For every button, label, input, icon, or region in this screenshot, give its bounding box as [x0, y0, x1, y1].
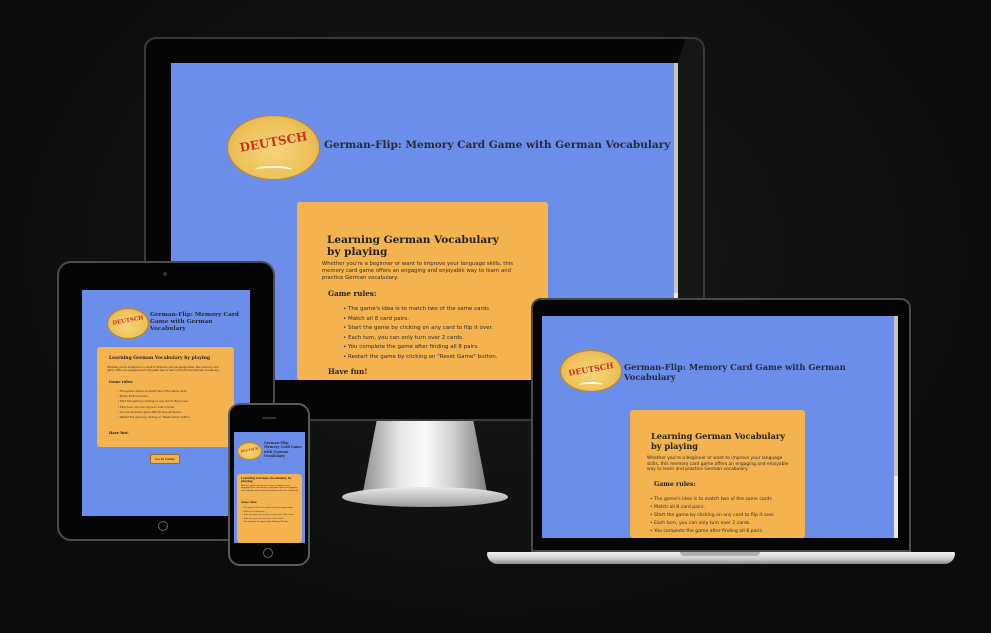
tablet-page-title: German-Flip: Memory Card Game with Germa…: [150, 312, 239, 332]
desktop-logo: DEUTSCH: [227, 115, 320, 180]
phone-rules-list: The game's idea is to match two of the s…: [242, 507, 299, 525]
list-item: Start the game by clicking on any card t…: [343, 324, 538, 334]
tablet-have-fun: Have fun!: [109, 431, 129, 435]
list-item: You complete the game after finding all …: [242, 521, 299, 525]
phone-card-heading: Learning German Vocabulary by playing: [241, 476, 292, 484]
desktop-card-heading: Learning German Vocabulary by playing: [327, 234, 499, 258]
laptop-notch: [680, 552, 760, 556]
desktop-have-fun: Have fun!: [328, 367, 368, 376]
list-item: Match all 8 card pairs.: [650, 504, 804, 512]
tablet-camera: [163, 272, 167, 276]
laptop-logo: DEUTSCH: [560, 350, 622, 392]
laptop-page-title: German-Flip: Memory Card Game with Germa…: [624, 362, 846, 382]
tablet-go-to-game-button[interactable]: Go to Game: [150, 454, 180, 464]
laptop-scrollbar[interactable]: [894, 316, 898, 538]
tablet-card-intro: Whether you're a beginner or want to imp…: [107, 366, 220, 373]
tablet-info-card: Learning German Vocabulary by playing Wh…: [97, 347, 234, 447]
list-item: Restart the game by clicking on "Reset G…: [343, 353, 538, 363]
home-button-icon[interactable]: [263, 548, 273, 558]
desktop-rules-list: The game's idea is to match two of the s…: [343, 305, 538, 363]
list-item: Start the game by clicking on any card t…: [650, 512, 804, 520]
phone-speaker: [262, 417, 276, 419]
list-item: Each turn, you can only turn over 2 card…: [650, 520, 804, 528]
list-item: You complete the game after finding all …: [650, 528, 804, 536]
tablet-rules-list: The game's idea is to match two of the s…: [118, 389, 230, 420]
list-item: The game's idea is to match two of the s…: [343, 305, 538, 315]
list-item: Each turn, you can only turn over 2 card…: [343, 334, 538, 344]
desktop-info-card: Learning German Vocabulary by playing Wh…: [297, 202, 548, 380]
laptop-info-card: Learning German Vocabulary by playing Wh…: [630, 410, 805, 538]
laptop-card-heading: Learning German Vocabulary by playing: [651, 431, 785, 451]
tablet-screen: DEUTSCH German-Flip: Memory Card Game wi…: [82, 290, 250, 516]
tablet-card-heading: Learning German Vocabulary by playing: [109, 356, 211, 361]
phone-page-title: German-Flip: Memory Card Game with Germa…: [264, 441, 302, 459]
desktop-rules-heading: Game rules:: [328, 289, 377, 298]
laptop-card-intro: Whether you're a beginner or want to imp…: [647, 456, 789, 473]
list-item: Restart the game by clicking on "Reset G…: [118, 415, 230, 420]
laptop-rules-list: The game's idea is to match two of the s…: [650, 496, 804, 536]
mockup-scene: DEUTSCH German-Flip: Memory Card Game wi…: [0, 0, 991, 633]
phone-card-intro: Whether you're a beginner or want to imp…: [241, 485, 299, 492]
list-item: You complete the game after finding all …: [343, 343, 538, 353]
phone-rules-heading: Game rules:: [241, 501, 258, 504]
phone-info-card: Learning German Vocabulary by playing Wh…: [237, 474, 302, 543]
phone-screen: DEUTSCH German-Flip: Memory Card Game wi…: [234, 432, 305, 543]
laptop-screen: DEUTSCH German-Flip: Memory Card Game wi…: [542, 316, 894, 538]
home-button-icon[interactable]: [158, 521, 168, 531]
tablet-logo: DEUTSCH: [107, 308, 149, 339]
desktop-stand-base: [342, 487, 508, 507]
laptop-rules-heading: Game rules:: [654, 481, 696, 488]
phone-logo: DEUTSCH: [237, 442, 262, 460]
desktop-card-intro: Whether you're a beginner or want to imp…: [322, 261, 513, 281]
list-item: Match all 8 card pairs.: [343, 315, 538, 325]
tablet-rules-heading: Game rules:: [109, 380, 134, 384]
list-item: The game's idea is to match two of the s…: [650, 496, 804, 504]
desktop-page-title: German-Flip: Memory Card Game with Germa…: [324, 139, 671, 151]
